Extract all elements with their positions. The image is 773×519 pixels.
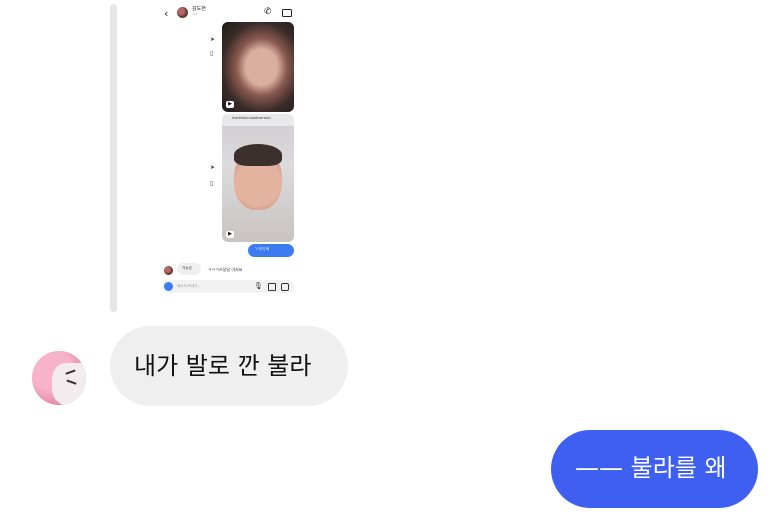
reel-icon: ▶ <box>226 231 234 238</box>
mini-compose-placeholder: 메시지 보내기... <box>177 284 201 288</box>
received-message-text: 내가 발로 깐 불라 <box>134 352 312 380</box>
mini-received-reply: 가능성 <box>182 266 192 270</box>
gallery-icon <box>268 283 276 291</box>
sent-message-bubble[interactable]: —— 불라를 왜 <box>551 430 758 508</box>
contact-subtitle: _kd <box>192 12 198 16</box>
sent-message-text: —— 불라를 왜 <box>575 454 727 482</box>
mini-sent-bubble: ㄱ 이거 봐 <box>248 244 294 257</box>
shared-screenshot[interactable]: ‹ 김도현 _kd ✆ ➤ ▯ ▶ ➤ ▯ markfolio.bookvers… <box>150 0 308 306</box>
reel-thumbnail-1: ▶ <box>222 22 294 112</box>
reel-thumbnail-2: markfolio.bookversion ▶ <box>222 114 294 242</box>
mini-received-text: ㅋㅋㅋ쓰달달 아저씨 <box>208 267 243 272</box>
video-icon <box>282 9 292 17</box>
mini-compose-bar: 메시지 보내기... 🎙 <box>162 280 294 293</box>
reel-username: markfolio.bookversion <box>232 116 271 120</box>
reel-icon: ▶ <box>226 101 234 108</box>
mini-sent-text: ㄱ 이거 봐 <box>254 247 270 251</box>
mini-received-bubble: 가능성 <box>177 263 201 275</box>
mic-icon: 🎙 <box>254 282 263 290</box>
sticker-icon <box>281 283 289 291</box>
reply-quote-bar <box>110 4 117 312</box>
avatar[interactable] <box>32 351 86 405</box>
phone-icon: ✆ <box>264 7 272 17</box>
mini-contact-avatar <box>164 266 173 275</box>
camera-icon <box>164 282 173 291</box>
reel-header: markfolio.bookversion <box>222 114 294 126</box>
send-icon: ➤ <box>210 164 216 171</box>
received-message-bubble[interactable]: 내가 발로 깐 불라 <box>110 326 348 406</box>
contact-avatar <box>177 7 188 18</box>
back-icon: ‹ <box>164 7 169 20</box>
send-icon: ➤ <box>210 36 216 43</box>
reel-hair <box>234 144 282 166</box>
bookmark-icon: ▯ <box>210 50 214 57</box>
contact-name: 김도현 <box>192 6 206 12</box>
bookmark-icon: ▯ <box>210 180 214 187</box>
